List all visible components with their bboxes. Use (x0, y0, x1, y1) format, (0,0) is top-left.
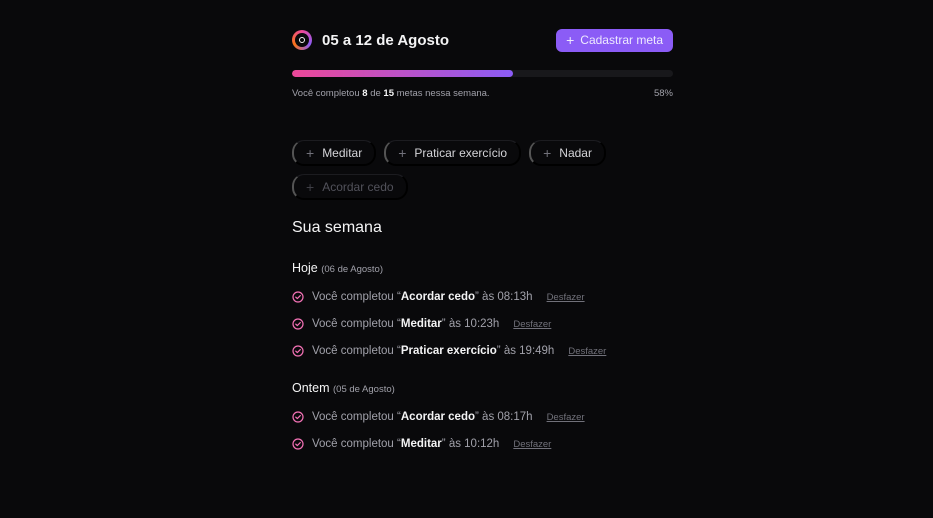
check-circle-icon (292, 438, 304, 450)
plus-icon: + (566, 32, 575, 48)
day-date: (05 de Agosto) (333, 384, 395, 395)
entry-time: às 10:12h (448, 438, 500, 450)
check-circle-icon (292, 318, 304, 330)
entry-text: Você completou “Meditar” às 10:23h (312, 318, 500, 330)
entry-text: Você completou “Praticar exercício” às 1… (312, 345, 555, 357)
logo-icon (292, 30, 312, 50)
suggestion-label: Praticar exercício (414, 145, 508, 160)
check-circle-icon (292, 345, 304, 357)
day-date: (06 de Agosto) (321, 264, 383, 275)
entry-prefix: Você completou (312, 345, 394, 357)
activity-entry: Você completou “Praticar exercício” às 1… (292, 345, 606, 357)
undo-link[interactable]: Desfazer (513, 439, 551, 450)
activity-entry: Você completou “Acordar cedo” às 08:13h … (292, 291, 585, 303)
check-circle-icon (292, 411, 304, 423)
add-goal-button[interactable]: + Cadastrar meta (556, 28, 673, 52)
undo-link[interactable]: Desfazer (513, 319, 551, 330)
progress-prefix: Você completou (292, 88, 360, 99)
progress-total: 15 (383, 88, 394, 99)
entry-prefix: Você completou (312, 438, 394, 450)
day-heading: Ontem (05 de Agosto) (292, 381, 395, 395)
entry-time: às 08:13h (482, 291, 533, 303)
activity-entry: Você completou “Meditar” às 10:23h Desfa… (292, 318, 551, 330)
undo-link[interactable]: Desfazer (568, 346, 606, 357)
plus-icon: + (543, 144, 552, 161)
suggestion-label: Meditar (322, 145, 363, 160)
activity-entry: Você completou “Acordar cedo” às 08:17h … (292, 411, 585, 423)
header: 05 a 12 de Agosto + Cadastrar meta (292, 28, 673, 52)
day-label: Ontem (292, 381, 330, 395)
entry-prefix: Você completou (312, 411, 394, 423)
progress-middle: de (370, 88, 381, 99)
entry-goal: Acordar cedo (400, 291, 476, 303)
progress-bar (292, 70, 673, 77)
activity-entry: Você completou “Meditar” às 10:12h Desfa… (292, 438, 551, 450)
entry-goal: Praticar exercício (400, 345, 497, 357)
entry-time: às 08:17h (482, 411, 533, 423)
entry-goal: Acordar cedo (400, 411, 476, 423)
suggestion-chip[interactable]: + Meditar (292, 140, 377, 166)
entry-time: às 19:49h (503, 345, 555, 357)
day-heading: Hoje (06 de Agosto) (292, 261, 383, 275)
entry-text: Você completou “Acordar cedo” às 08:13h (312, 291, 533, 303)
entry-prefix: Você completou (312, 291, 394, 303)
undo-link[interactable]: Desfazer (547, 292, 585, 303)
plus-icon: + (306, 144, 315, 161)
entry-text: Você completou “Meditar” às 10:12h (312, 438, 500, 450)
day-label: Hoje (292, 261, 318, 275)
suggestion-chip[interactable]: + Praticar exercício (384, 140, 522, 166)
page-title: 05 a 12 de Agosto (322, 31, 449, 49)
suggestion-label: Acordar cedo (322, 179, 394, 194)
suggestion-chip[interactable]: + Nadar (529, 140, 606, 166)
suggestion-chip: + Acordar cedo (292, 174, 408, 200)
undo-link[interactable]: Desfazer (547, 412, 585, 423)
suggestion-label: Nadar (559, 145, 592, 160)
week-title: Sua semana (292, 219, 382, 236)
entry-goal: Meditar (400, 438, 442, 450)
progress-text: Você completou 8 de 15 metas nessa seman… (292, 88, 490, 99)
add-goal-label: Cadastrar meta (580, 33, 663, 47)
entry-goal: Meditar (400, 318, 442, 330)
title-wrap: 05 a 12 de Agosto (292, 30, 449, 50)
check-circle-icon (292, 291, 304, 303)
plus-icon: + (306, 178, 315, 195)
progress-suffix: metas nessa semana. (396, 88, 490, 99)
progress-completed: 8 (362, 88, 368, 99)
plus-icon: + (398, 144, 407, 161)
progress-percent: 58% (653, 88, 673, 99)
entry-text: Você completou “Acordar cedo” às 08:17h (312, 411, 533, 423)
goal-suggestions: + Meditar + Praticar exercício + Nadar +… (292, 140, 673, 200)
entry-prefix: Você completou (312, 318, 394, 330)
entry-time: às 10:23h (448, 318, 500, 330)
progress-fill (292, 70, 513, 77)
